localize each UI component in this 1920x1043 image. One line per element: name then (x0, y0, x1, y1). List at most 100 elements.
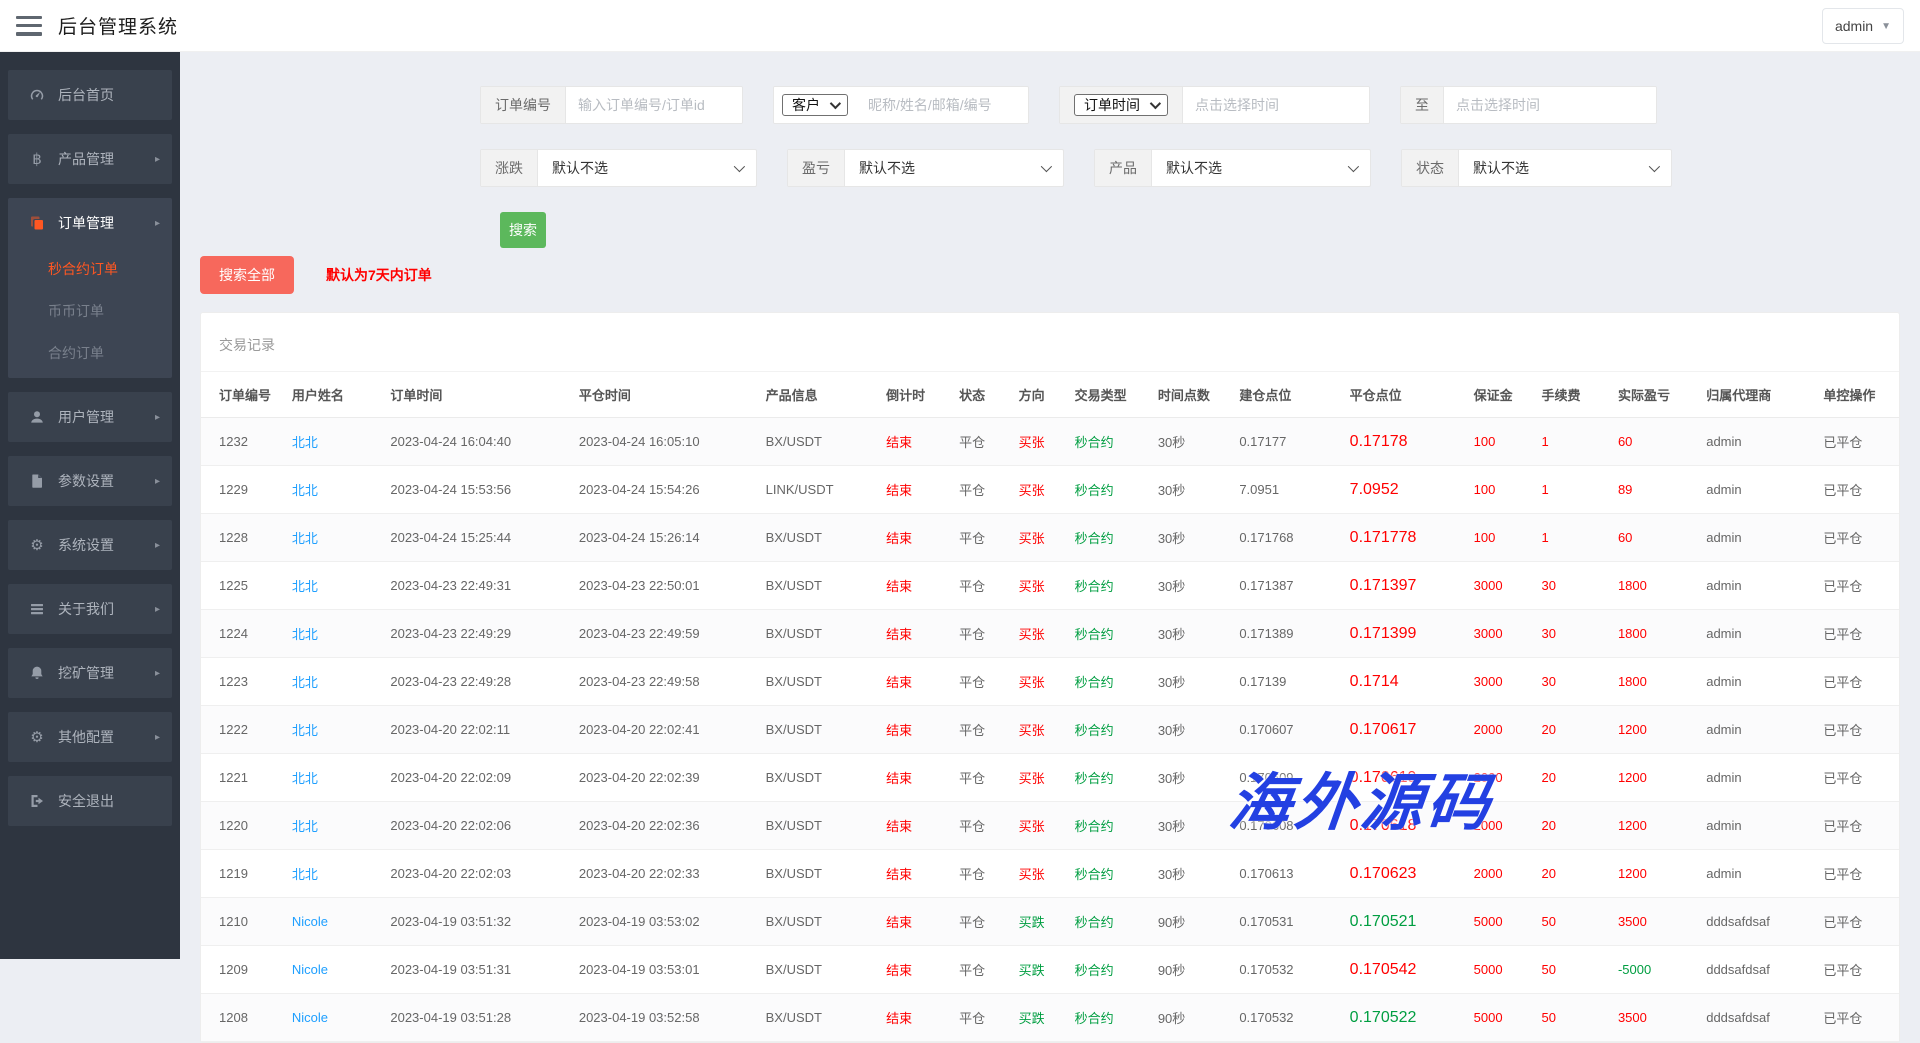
customer-input[interactable] (856, 87, 1028, 123)
action-row: 搜索全部 默认为7天内订单 (200, 256, 1900, 294)
cell-close_point: 0.1714 (1344, 658, 1468, 706)
cell-countdown: 结束 (880, 658, 953, 706)
cell-open_time: 2023-04-24 15:53:56 (384, 466, 572, 514)
cell-open_time: 2023-04-19 03:51:32 (384, 898, 572, 946)
cell-user[interactable]: 北北 (286, 466, 384, 514)
cell-user[interactable]: 北北 (286, 658, 384, 706)
cell-user[interactable]: 北北 (286, 706, 384, 754)
search-all-button[interactable]: 搜索全部 (200, 256, 294, 294)
cell-close_time: 2023-04-20 22:02:36 (573, 802, 760, 850)
sidebar-item-order[interactable]: 订单管理▸ (8, 198, 172, 248)
column-header-5: 倒计时 (880, 372, 953, 418)
cell-profit: 1800 (1612, 658, 1700, 706)
cell-product: BX/USDT (760, 946, 881, 994)
user-name: admin (1835, 18, 1873, 34)
sidebar-subitem-seconds-contract-orders[interactable]: 秒合约订单 (8, 248, 172, 290)
cell-product: LINK/USDT (760, 466, 881, 514)
cell-control: 已平仓 (1817, 994, 1899, 1042)
sidebar-item-params[interactable]: 参数设置▸ (8, 456, 172, 506)
bell-icon (26, 665, 48, 681)
cell-profit: 1800 (1612, 610, 1700, 658)
cell-status: 平仓 (953, 994, 1012, 1042)
sidebar-item-home[interactable]: 后台首页 (8, 70, 172, 120)
sidebar-item-system[interactable]: ⚙系统设置▸ (8, 520, 172, 570)
cell-countdown: 结束 (880, 754, 953, 802)
cell-user[interactable]: Nicole (286, 898, 384, 946)
cell-product: BX/USDT (760, 994, 881, 1042)
cell-direction: 买张 (1013, 850, 1069, 898)
cell-user[interactable]: 北北 (286, 754, 384, 802)
table-row: 1220北北2023-04-20 22:02:062023-04-20 22:0… (201, 802, 1899, 850)
sidebar-subitem-contract-orders[interactable]: 合约订单 (8, 332, 172, 374)
cell-duration: 30秒 (1152, 562, 1234, 610)
cell-id: 1209 (201, 946, 286, 994)
table-row: 1219北北2023-04-20 22:02:032023-04-20 22:0… (201, 850, 1899, 898)
cell-profit: 3500 (1612, 898, 1700, 946)
cell-control: 已平仓 (1817, 466, 1899, 514)
cell-countdown: 结束 (880, 610, 953, 658)
cell-user[interactable]: 北北 (286, 610, 384, 658)
cell-fee: 20 (1536, 706, 1612, 754)
logout-icon (26, 793, 48, 809)
cell-open_point: 0.171389 (1233, 610, 1343, 658)
sidebar-item-mining[interactable]: 挖矿管理▸ (8, 648, 172, 698)
cell-user[interactable]: 北北 (286, 802, 384, 850)
cell-open_point: 0.170609 (1233, 754, 1343, 802)
order-number-input[interactable] (566, 87, 742, 123)
cell-close_time: 2023-04-19 03:53:01 (573, 946, 760, 994)
cell-profit: 1200 (1612, 706, 1700, 754)
start-time-input[interactable] (1183, 87, 1369, 123)
hamburger-menu-icon[interactable] (16, 16, 42, 36)
cell-agent: admin (1700, 754, 1817, 802)
sidebar-block-other: ⚙其他配置▸ (8, 712, 172, 762)
time-type-select[interactable]: 订单时间 (1074, 94, 1168, 116)
file-icon (26, 473, 48, 489)
cell-user[interactable]: 北北 (286, 850, 384, 898)
cell-fee: 1 (1536, 418, 1612, 466)
cell-user[interactable]: 北北 (286, 562, 384, 610)
customer-type-select[interactable]: 客户 (782, 94, 848, 116)
sidebar-item-product[interactable]: ฿产品管理▸ (8, 134, 172, 184)
sidebar-item-user[interactable]: 用户管理▸ (8, 392, 172, 442)
updown-select[interactable]: 默认不选 (538, 150, 756, 186)
cell-trade_type: 秒合约 (1069, 754, 1152, 802)
sidebar-item-logout[interactable]: 安全退出 (8, 776, 172, 826)
cell-user[interactable]: 北北 (286, 514, 384, 562)
table-row: 1224北北2023-04-23 22:49:292023-04-23 22:4… (201, 610, 1899, 658)
cell-duration: 30秒 (1152, 610, 1234, 658)
column-header-9: 时间点数 (1152, 372, 1234, 418)
cell-fee: 20 (1536, 802, 1612, 850)
cell-product: BX/USDT (760, 802, 881, 850)
cell-agent: dddsafdsaf (1700, 898, 1817, 946)
column-header-11: 平仓点位 (1344, 372, 1468, 418)
chevron-down-icon (1041, 161, 1052, 172)
cell-duration: 30秒 (1152, 418, 1234, 466)
cell-close_point: 0.170542 (1344, 946, 1468, 994)
sidebar-item-other[interactable]: ⚙其他配置▸ (8, 712, 172, 762)
cell-margin: 5000 (1468, 898, 1536, 946)
chevron-down-icon (1649, 161, 1660, 172)
sidebar-block-params: 参数设置▸ (8, 456, 172, 506)
cell-user[interactable]: Nicole (286, 994, 384, 1042)
cell-open_time: 2023-04-19 03:51:31 (384, 946, 572, 994)
cell-control: 已平仓 (1817, 562, 1899, 610)
cell-margin: 5000 (1468, 994, 1536, 1042)
table-body: 1232北北2023-04-24 16:04:402023-04-24 16:0… (201, 418, 1899, 1042)
product-select[interactable]: 默认不选 (1152, 150, 1370, 186)
profit-select[interactable]: 默认不选 (845, 150, 1063, 186)
sidebar-subitem-coin-orders[interactable]: 币币订单 (8, 290, 172, 332)
cell-duration: 90秒 (1152, 898, 1234, 946)
search-button[interactable]: 搜索 (500, 212, 546, 248)
cell-user[interactable]: 北北 (286, 418, 384, 466)
sidebar-item-about[interactable]: 关于我们▸ (8, 584, 172, 634)
cell-open_point: 0.17139 (1233, 658, 1343, 706)
cell-margin: 2000 (1468, 850, 1536, 898)
cell-product: BX/USDT (760, 610, 881, 658)
cell-close_time: 2023-04-19 03:53:02 (573, 898, 760, 946)
cell-agent: admin (1700, 562, 1817, 610)
status-select[interactable]: 默认不选 (1459, 150, 1671, 186)
user-dropdown[interactable]: admin ▼ (1822, 8, 1904, 44)
cell-user[interactable]: Nicole (286, 946, 384, 994)
end-time-input[interactable] (1444, 87, 1656, 123)
cell-duration: 30秒 (1152, 754, 1234, 802)
